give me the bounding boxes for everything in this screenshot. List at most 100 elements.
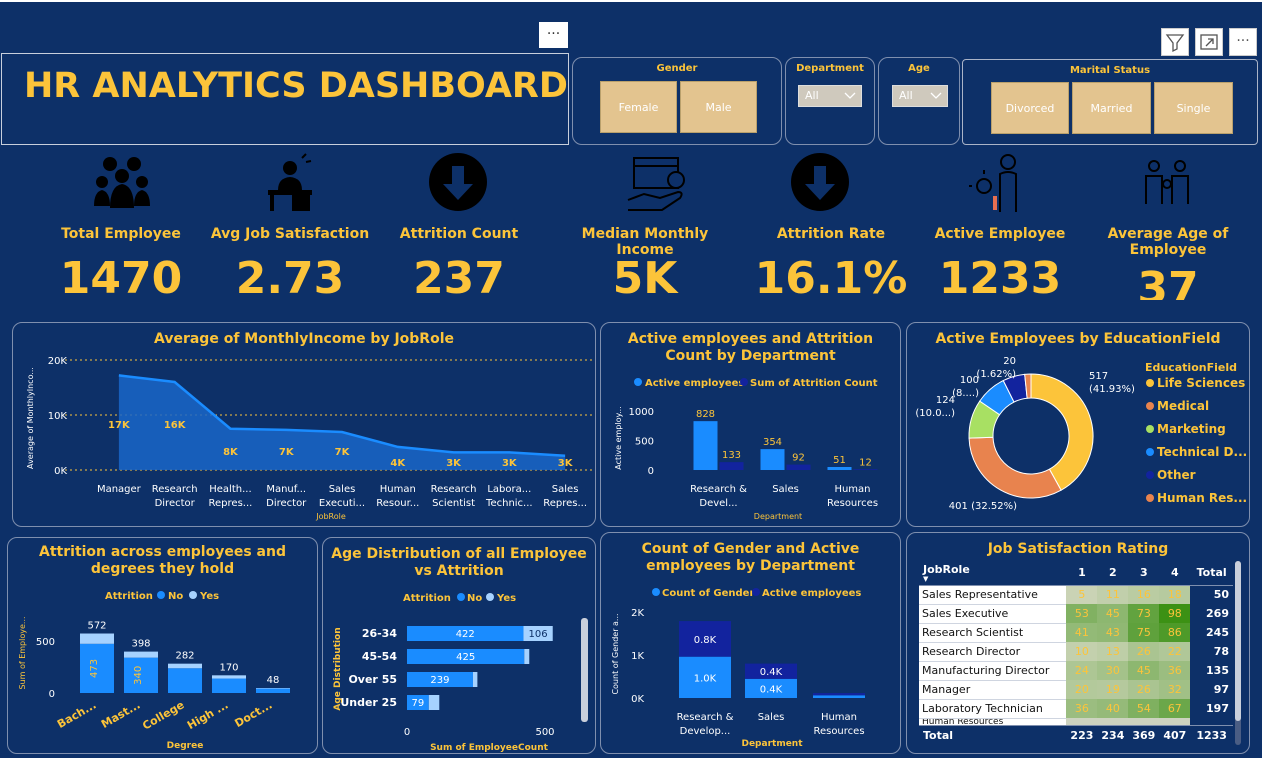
table-scrollbar[interactable] [1235, 561, 1241, 745]
heat-cell: 19 [1097, 680, 1129, 699]
legend-yes: Yes [199, 591, 219, 602]
data-label: 79 [412, 698, 425, 709]
legend-dot [1146, 471, 1154, 479]
data-label: 48 [267, 675, 280, 686]
table-header-cell[interactable]: 2 [1097, 561, 1129, 586]
data-label: 425 [456, 652, 475, 663]
department-slicer: Department All [785, 57, 875, 145]
legend-dot [1146, 379, 1154, 387]
row-total-cell: 97 [1213, 683, 1229, 696]
jobrole-cell: Laboratory Technician [919, 699, 1067, 719]
x-tick-label: College [140, 698, 186, 732]
bar-yes [168, 663, 202, 669]
table-row[interactable]: Research Director 10 13 26 22 78 [919, 642, 1233, 662]
more-options-button[interactable]: ··· [1229, 28, 1257, 56]
department-attrition-panel[interactable]: Active employees and Attrition Count by … [600, 322, 901, 527]
table-row[interactable]: Sales Executive 53 45 73 98 269 [919, 604, 1233, 624]
y-tick-label: 0K [54, 466, 67, 477]
data-label: 282 [175, 651, 194, 662]
data-label: 572 [87, 621, 106, 632]
table-header-cell[interactable]: 3 [1128, 561, 1160, 586]
jobrole-cell: Sales Representative [919, 585, 1067, 605]
y-axis-title: Count of Gender a... [611, 613, 620, 694]
marital-married-chip[interactable]: Married [1072, 82, 1151, 134]
kpi-attrition-rate-value: 16.1% [754, 253, 908, 304]
legend-no: No [168, 591, 183, 602]
gender-bar-chart: Count of Gender Active employees 0K 1K 2K 1.0… [611, 588, 865, 749]
title-more-options-button[interactable]: ··· [539, 22, 568, 48]
department-dropdown-value: All [805, 89, 819, 102]
data-label: 398 [131, 639, 150, 650]
data-label: 7K [335, 447, 351, 458]
legend-gender: Count of Gender [662, 588, 754, 599]
legend-dot-no [157, 591, 165, 599]
table-row[interactable]: Manager 20 19 26 32 97 [919, 680, 1233, 700]
table-header-cell[interactable]: Total [1190, 561, 1233, 586]
data-label: 17K [108, 420, 131, 431]
age-slicer-title: Age [908, 63, 930, 74]
table-header-cell[interactable]: 1 [1066, 561, 1098, 586]
filter-button[interactable] [1161, 28, 1189, 56]
active-person-icon [969, 154, 1017, 212]
heat-cell: 36 [1066, 699, 1098, 718]
legend-title: EducationField [1145, 361, 1237, 374]
legend-dot-active [634, 378, 642, 386]
table-row[interactable]: Research Scientist 41 43 75 86 245 [919, 623, 1233, 643]
jobrole-cell: Manager [919, 680, 1067, 700]
marital-single-chip[interactable]: Single [1154, 82, 1233, 134]
age-dropdown[interactable]: All [892, 85, 948, 107]
degree-attrition-panel[interactable]: Attrition across employees and degrees t… [7, 537, 318, 754]
gender-female-chip[interactable]: Female [600, 81, 677, 133]
heat-cell: 16 [1128, 585, 1160, 604]
department-dropdown[interactable]: All [798, 85, 862, 107]
y-tick-label: 1000 [629, 407, 654, 418]
y-tick-label: 2K [631, 608, 644, 619]
slice-label: 100 (8....) [952, 375, 979, 399]
bar-active [813, 693, 865, 696]
kpi-attrition-count-value: 237 [413, 253, 505, 304]
gender-department-panel[interactable]: Count of Gender and Active employees by … [600, 532, 901, 754]
table-scrollbar-thumb[interactable] [1235, 561, 1241, 721]
slice-label: 401 (32.52%) [949, 501, 1017, 512]
x-axis-title: Department [754, 512, 802, 521]
data-label: 106 [529, 629, 548, 640]
heat-cell: 18 [1159, 585, 1191, 604]
edu-donut-chart: 517 (41.93%) 401 (32.52%) 124 (10.0...)100 (8… [915, 356, 1247, 512]
x-tick-label: Human Resources [813, 712, 864, 737]
table-header-cell[interactable]: 4 [1159, 561, 1191, 586]
age-distribution-panel[interactable]: Age Distribution of all Employee vs Attr… [322, 537, 596, 754]
income-by-jobrole-panel[interactable]: Average of MonthlyIncome by JobRole 0K 10… [12, 322, 596, 527]
data-label: 92 [792, 453, 805, 464]
x-axis-title: Department [741, 739, 803, 749]
salary-hand-icon [627, 157, 685, 211]
degree-bar-chart: Attrition No Yes 0 500 572 473 Bach... 398 340 Mas… [18, 591, 290, 751]
kpi-attrition-count-label: Attrition Count [399, 226, 519, 242]
legend-no: No [467, 593, 482, 604]
data-label: 3K [446, 458, 462, 469]
age-dropdown-value: All [899, 89, 913, 102]
focus-mode-button[interactable] [1195, 28, 1223, 56]
table-row[interactable]: Sales Representative 5 11 16 18 50 [919, 585, 1233, 605]
table-header-cell[interactable]: JobRole ▼ [919, 561, 1067, 586]
total-cell: 223 [1066, 724, 1098, 745]
kpi-median-income-value: 5K [612, 253, 678, 304]
heat-cell: 11 [1097, 585, 1129, 604]
x-tick-label: Sales Executi... [319, 484, 365, 509]
x-tick-label: Mast... [99, 698, 142, 731]
job-satisfaction-panel[interactable]: Job Satisfaction Rating JobRole ▼ 1 2 3 4 Tota… [906, 532, 1250, 754]
table-row[interactable]: Manufacturing Director 24 30 45 36 135 [919, 661, 1233, 681]
row-total-cell: 269 [1206, 607, 1229, 620]
marital-divorced-chip[interactable]: Divorced [991, 82, 1069, 134]
row-total-cell: 78 [1213, 645, 1229, 658]
education-field-panel[interactable]: Active Employees by EducationField 517 (4… [906, 322, 1250, 527]
legend-title: Attrition [403, 593, 451, 604]
data-label: 0.4K [760, 684, 783, 695]
data-label: 3K [558, 458, 574, 469]
donut-slice [968, 436, 1062, 499]
x-tick-label: Sales [772, 484, 799, 495]
x-tick-label: High ... [185, 698, 231, 732]
gender-male-chip[interactable]: Male [680, 81, 757, 133]
table-row[interactable]: Laboratory Technician 36 40 54 67 197 [919, 699, 1233, 719]
bar-yes [524, 649, 530, 664]
bar-active [760, 449, 785, 470]
